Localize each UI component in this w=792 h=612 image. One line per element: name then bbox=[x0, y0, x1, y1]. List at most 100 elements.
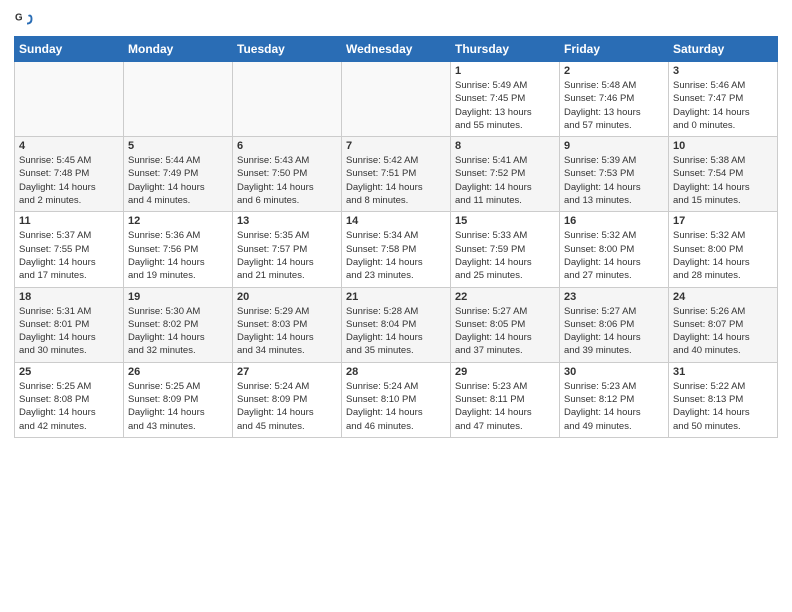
calendar-cell: 12 Sunrise: 5:36 AMSunset: 7:56 PMDayligh… bbox=[124, 212, 233, 287]
day-number: 21 bbox=[346, 291, 446, 303]
day-number: 9 bbox=[564, 140, 664, 152]
calendar-cell bbox=[124, 62, 233, 137]
calendar-cell: 25 Sunrise: 5:25 AMSunset: 8:08 PMDayligh… bbox=[15, 362, 124, 437]
day-info: Sunrise: 5:34 AMSunset: 7:58 PMDaylight:… bbox=[346, 229, 446, 282]
day-info: Sunrise: 5:35 AMSunset: 7:57 PMDaylight:… bbox=[237, 229, 337, 282]
calendar-cell: 29 Sunrise: 5:23 AMSunset: 8:11 PMDayligh… bbox=[451, 362, 560, 437]
day-number: 7 bbox=[346, 140, 446, 152]
calendar-cell: 23Sunrise: 5:27 AMSunset: 8:06 PMDayligh… bbox=[560, 287, 669, 362]
logo-icon: G bbox=[15, 10, 33, 28]
day-number: 8 bbox=[455, 140, 555, 152]
calendar-cell: 1Sunrise: 5:49 AMSunset: 7:45 PMDaylight… bbox=[451, 62, 560, 137]
day-info: Sunrise: 5:33 AMSunset: 7:59 PMDaylight:… bbox=[455, 229, 555, 282]
day-number: 20 bbox=[237, 291, 337, 303]
header: G bbox=[14, 10, 778, 28]
weekday-header-row: SundayMondayTuesdayWednesdayThursdayFrid… bbox=[15, 37, 778, 62]
day-info: Sunrise: 5:37 AMSunset: 7:55 PMDaylight:… bbox=[19, 229, 119, 282]
day-number: 3 bbox=[673, 65, 773, 77]
calendar-cell: 13 Sunrise: 5:35 AMSunset: 7:57 PMDayligh… bbox=[233, 212, 342, 287]
day-info: Sunrise: 5:49 AMSunset: 7:45 PMDaylight:… bbox=[455, 79, 555, 132]
calendar-cell bbox=[233, 62, 342, 137]
day-number: 29 bbox=[455, 366, 555, 378]
week-row-2: 4 Sunrise: 5:45 AMSunset: 7:48 PMDaylight… bbox=[15, 137, 778, 212]
calendar-cell: 14 Sunrise: 5:34 AMSunset: 7:58 PMDayligh… bbox=[342, 212, 451, 287]
day-info: Sunrise: 5:48 AMSunset: 7:46 PMDaylight:… bbox=[564, 79, 664, 132]
page: G SundayMondayTuesdayWednesdayThursdayFr… bbox=[0, 0, 792, 612]
day-info: Sunrise: 5:25 AMSunset: 8:09 PMDaylight:… bbox=[128, 380, 228, 433]
calendar-cell: 7 Sunrise: 5:42 AMSunset: 7:51 PMDaylight… bbox=[342, 137, 451, 212]
calendar-cell: 6Sunrise: 5:43 AMSunset: 7:50 PMDaylight… bbox=[233, 137, 342, 212]
day-number: 12 bbox=[128, 215, 228, 227]
calendar-cell: 31 Sunrise: 5:22 AMSunset: 8:13 PMDayligh… bbox=[669, 362, 778, 437]
day-info: Sunrise: 5:24 AMSunset: 8:10 PMDaylight:… bbox=[346, 380, 446, 433]
day-number: 17 bbox=[673, 215, 773, 227]
calendar-cell: 9 Sunrise: 5:39 AMSunset: 7:53 PMDaylight… bbox=[560, 137, 669, 212]
calendar-cell: 4 Sunrise: 5:45 AMSunset: 7:48 PMDaylight… bbox=[15, 137, 124, 212]
weekday-tuesday: Tuesday bbox=[233, 37, 342, 62]
calendar-cell: 18 Sunrise: 5:31 AMSunset: 8:01 PMDayligh… bbox=[15, 287, 124, 362]
day-info: Sunrise: 5:36 AMSunset: 7:56 PMDaylight:… bbox=[128, 229, 228, 282]
calendar-cell: 15 Sunrise: 5:33 AMSunset: 7:59 PMDayligh… bbox=[451, 212, 560, 287]
week-row-5: 25 Sunrise: 5:25 AMSunset: 8:08 PMDayligh… bbox=[15, 362, 778, 437]
day-info: Sunrise: 5:24 AMSunset: 8:09 PMDaylight:… bbox=[237, 380, 337, 433]
calendar-cell: 21 Sunrise: 5:28 AMSunset: 8:04 PMDayligh… bbox=[342, 287, 451, 362]
day-info: Sunrise: 5:44 AMSunset: 7:49 PMDaylight:… bbox=[128, 154, 228, 207]
weekday-saturday: Saturday bbox=[669, 37, 778, 62]
calendar-cell bbox=[342, 62, 451, 137]
weekday-friday: Friday bbox=[560, 37, 669, 62]
day-number: 2 bbox=[564, 65, 664, 77]
day-info: Sunrise: 5:31 AMSunset: 8:01 PMDaylight:… bbox=[19, 305, 119, 358]
week-row-4: 18 Sunrise: 5:31 AMSunset: 8:01 PMDayligh… bbox=[15, 287, 778, 362]
day-number: 10 bbox=[673, 140, 773, 152]
calendar-cell: 16Sunrise: 5:32 AMSunset: 8:00 PMDayligh… bbox=[560, 212, 669, 287]
day-number: 26 bbox=[128, 366, 228, 378]
day-info: Sunrise: 5:39 AMSunset: 7:53 PMDaylight:… bbox=[564, 154, 664, 207]
day-number: 5 bbox=[128, 140, 228, 152]
day-info: Sunrise: 5:23 AMSunset: 8:11 PMDaylight:… bbox=[455, 380, 555, 433]
day-number: 15 bbox=[455, 215, 555, 227]
day-info: Sunrise: 5:28 AMSunset: 8:04 PMDaylight:… bbox=[346, 305, 446, 358]
calendar-cell: 19 Sunrise: 5:30 AMSunset: 8:02 PMDayligh… bbox=[124, 287, 233, 362]
day-info: Sunrise: 5:27 AMSunset: 8:05 PMDaylight:… bbox=[455, 305, 555, 358]
day-info: Sunrise: 5:32 AMSunset: 8:00 PMDaylight:… bbox=[673, 229, 773, 282]
week-row-3: 11 Sunrise: 5:37 AMSunset: 7:55 PMDayligh… bbox=[15, 212, 778, 287]
day-info: Sunrise: 5:42 AMSunset: 7:51 PMDaylight:… bbox=[346, 154, 446, 207]
day-info: Sunrise: 5:23 AMSunset: 8:12 PMDaylight:… bbox=[564, 380, 664, 433]
day-info: Sunrise: 5:22 AMSunset: 8:13 PMDaylight:… bbox=[673, 380, 773, 433]
day-number: 27 bbox=[237, 366, 337, 378]
calendar-cell: 17 Sunrise: 5:32 AMSunset: 8:00 PMDayligh… bbox=[669, 212, 778, 287]
calendar-cell: 28Sunrise: 5:24 AMSunset: 8:10 PMDayligh… bbox=[342, 362, 451, 437]
week-row-1: 1Sunrise: 5:49 AMSunset: 7:45 PMDaylight… bbox=[15, 62, 778, 137]
day-number: 14 bbox=[346, 215, 446, 227]
day-number: 19 bbox=[128, 291, 228, 303]
day-number: 25 bbox=[19, 366, 119, 378]
day-info: Sunrise: 5:46 AMSunset: 7:47 PMDaylight:… bbox=[673, 79, 773, 132]
day-info: Sunrise: 5:32 AMSunset: 8:00 PMDaylight:… bbox=[564, 229, 664, 282]
day-info: Sunrise: 5:29 AMSunset: 8:03 PMDaylight:… bbox=[237, 305, 337, 358]
day-number: 31 bbox=[673, 366, 773, 378]
day-number: 22 bbox=[455, 291, 555, 303]
day-number: 4 bbox=[19, 140, 119, 152]
day-number: 11 bbox=[19, 215, 119, 227]
day-number: 30 bbox=[564, 366, 664, 378]
calendar-cell: 22 Sunrise: 5:27 AMSunset: 8:05 PMDayligh… bbox=[451, 287, 560, 362]
day-info: Sunrise: 5:43 AMSunset: 7:50 PMDaylight:… bbox=[237, 154, 337, 207]
day-number: 13 bbox=[237, 215, 337, 227]
calendar-cell: 26 Sunrise: 5:25 AMSunset: 8:09 PMDayligh… bbox=[124, 362, 233, 437]
day-info: Sunrise: 5:45 AMSunset: 7:48 PMDaylight:… bbox=[19, 154, 119, 207]
day-info: Sunrise: 5:38 AMSunset: 7:54 PMDaylight:… bbox=[673, 154, 773, 207]
calendar-cell: 5 Sunrise: 5:44 AMSunset: 7:49 PMDaylight… bbox=[124, 137, 233, 212]
day-info: Sunrise: 5:26 AMSunset: 8:07 PMDaylight:… bbox=[673, 305, 773, 358]
calendar-cell: 30 Sunrise: 5:23 AMSunset: 8:12 PMDayligh… bbox=[560, 362, 669, 437]
day-number: 18 bbox=[19, 291, 119, 303]
weekday-thursday: Thursday bbox=[451, 37, 560, 62]
day-info: Sunrise: 5:27 AMSunset: 8:06 PMDaylight:… bbox=[564, 305, 664, 358]
calendar-cell: 3 Sunrise: 5:46 AMSunset: 7:47 PMDaylight… bbox=[669, 62, 778, 137]
calendar-cell: 27 Sunrise: 5:24 AMSunset: 8:09 PMDayligh… bbox=[233, 362, 342, 437]
day-number: 24 bbox=[673, 291, 773, 303]
day-info: Sunrise: 5:30 AMSunset: 8:02 PMDaylight:… bbox=[128, 305, 228, 358]
calendar-table: SundayMondayTuesdayWednesdayThursdayFrid… bbox=[14, 36, 778, 438]
calendar-cell: 24 Sunrise: 5:26 AMSunset: 8:07 PMDayligh… bbox=[669, 287, 778, 362]
day-info: Sunrise: 5:25 AMSunset: 8:08 PMDaylight:… bbox=[19, 380, 119, 433]
day-info: Sunrise: 5:41 AMSunset: 7:52 PMDaylight:… bbox=[455, 154, 555, 207]
